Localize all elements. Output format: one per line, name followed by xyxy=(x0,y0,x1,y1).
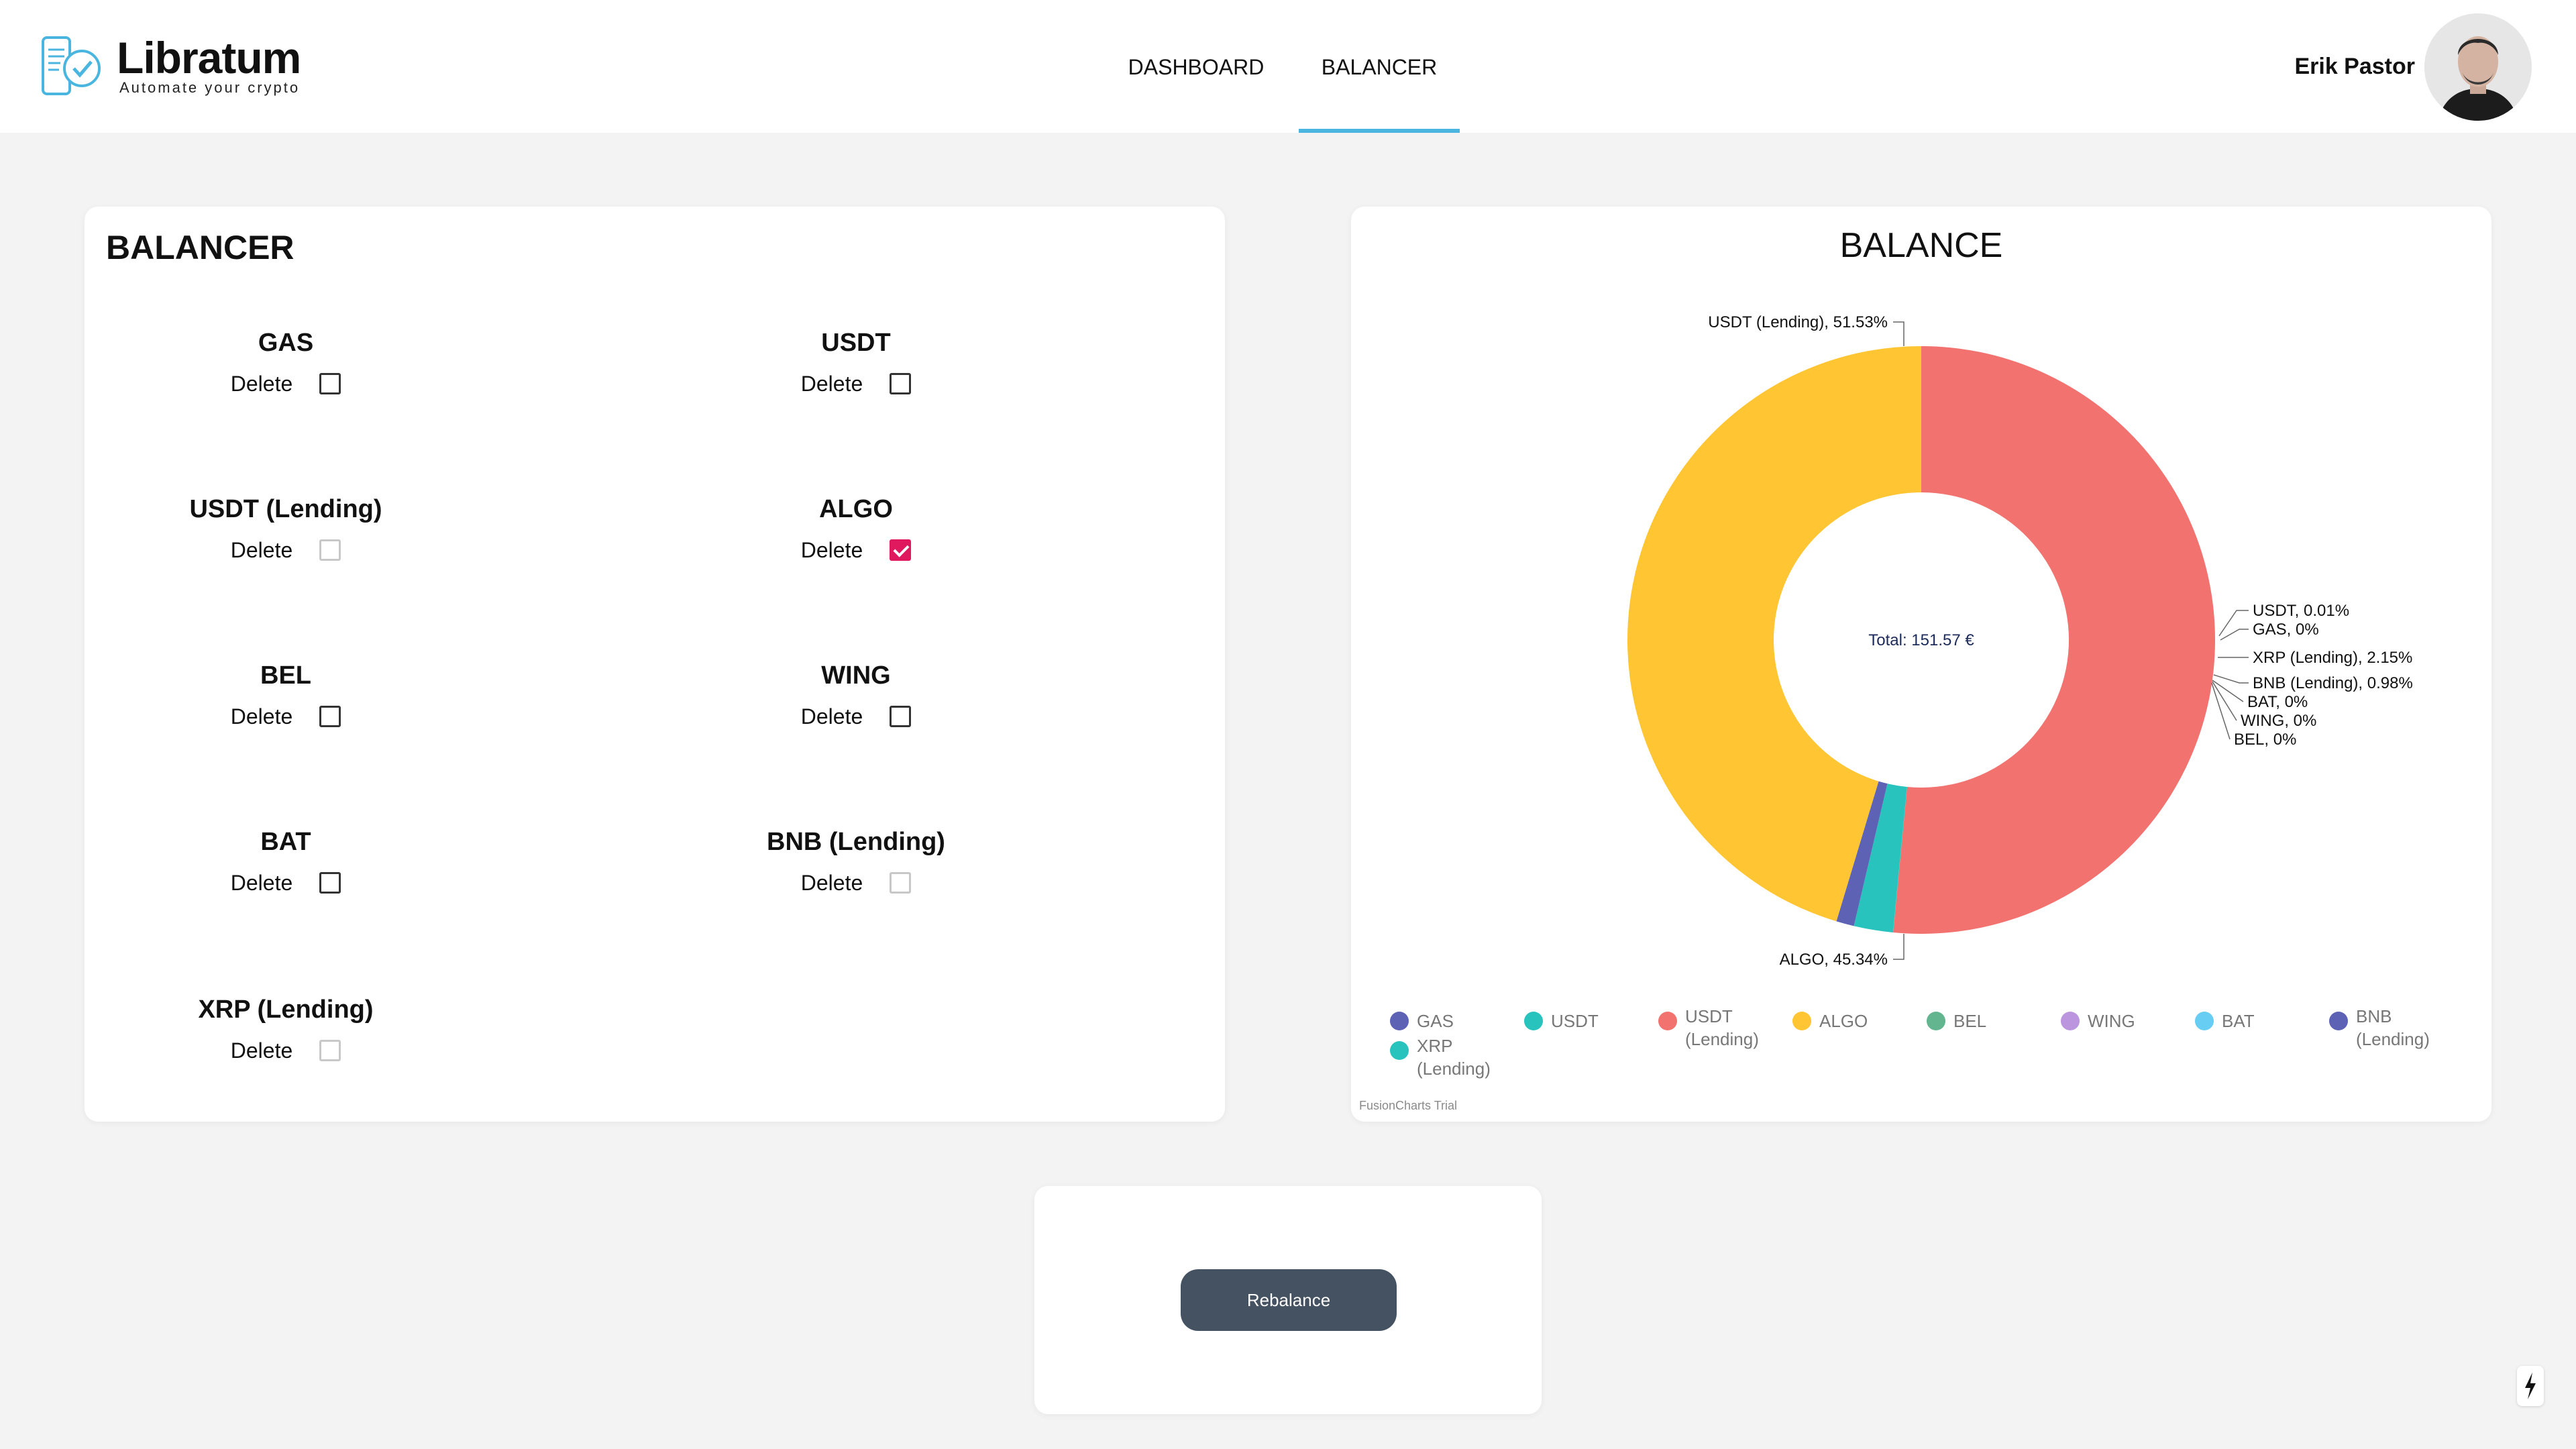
legend-item[interactable]: USDT xyxy=(1524,1011,1599,1031)
delete-checkbox-wing[interactable] xyxy=(890,706,912,727)
data-label-leader xyxy=(2213,674,2249,684)
asset-name: USDT xyxy=(821,329,891,357)
data-label: ALGO, 45.34% xyxy=(1780,951,1888,969)
delete-checkbox-usdt[interactable] xyxy=(890,373,912,394)
data-label: BAT, 0% xyxy=(2247,693,2308,711)
donut-chart: Total: 151.57 € USDT (Lending), 51.53% ALG… xyxy=(1390,313,2430,1079)
active-tab-indicator xyxy=(1299,129,1460,133)
legend-label: WING xyxy=(2088,1011,2135,1031)
delete-label: Delete xyxy=(230,704,293,729)
legend-swatch xyxy=(1658,1012,1677,1030)
nav-tab-balancer[interactable]: BALANCER xyxy=(1299,55,1460,80)
delete-checkbox-bnb-lending[interactable] xyxy=(890,872,912,894)
rebalance-button[interactable]: Rebalance xyxy=(1181,1269,1397,1331)
logo-icon xyxy=(42,36,101,95)
legend-label: BEL xyxy=(1953,1011,1986,1031)
legend-item[interactable]: BNB (Lending) xyxy=(2329,1006,2430,1049)
data-label-leader xyxy=(2220,629,2249,641)
data-label: BNB (Lending), 0.98% xyxy=(2253,674,2413,692)
data-label-leader xyxy=(2211,682,2231,740)
legend-label: ALGO xyxy=(1819,1011,1868,1031)
chart-watermark: FusionCharts Trial xyxy=(1359,1099,1458,1112)
delete-label: Delete xyxy=(800,704,863,729)
legend-item[interactable]: USDT (Lending) xyxy=(1658,1006,1759,1049)
legend-swatch xyxy=(2329,1012,2348,1030)
legend-label: USDT (Lending) xyxy=(1685,1006,1759,1049)
legend-label: GAS xyxy=(1417,1011,1454,1031)
legend-swatch xyxy=(2195,1012,2214,1030)
delete-checkbox-algo[interactable] xyxy=(890,539,912,561)
avatar[interactable] xyxy=(2424,13,2532,121)
app-tagline: Automate your crypto xyxy=(119,79,301,96)
asset-name: WING xyxy=(821,661,891,690)
asset-name: BNB (Lending) xyxy=(767,828,945,856)
legend-item[interactable]: GAS xyxy=(1390,1011,1454,1031)
user-name[interactable]: Erik Pastor xyxy=(2294,54,2415,80)
asset-name: GAS xyxy=(258,329,314,357)
data-label: USDT, 0.01% xyxy=(2253,602,2349,620)
asset-gas: GAS Delete xyxy=(85,326,487,398)
asset-bnb-lending: BNB (Lending) Delete xyxy=(655,825,1057,898)
data-label: BEL, 0% xyxy=(2234,731,2296,749)
delete-label: Delete xyxy=(230,870,293,895)
top-header: Libratum Automate your crypto DASHBOARD … xyxy=(0,0,2576,133)
asset-algo: ALGO Delete xyxy=(655,492,1057,565)
legend-label: BAT xyxy=(2222,1011,2255,1031)
asset-usdt-lending: USDT (Lending) Delete xyxy=(85,492,487,565)
delete-label: Delete xyxy=(230,371,293,396)
asset-name: USDT (Lending) xyxy=(189,495,382,523)
asset-name: XRP (Lending) xyxy=(198,996,374,1024)
legend-item[interactable]: BEL xyxy=(1927,1011,1986,1031)
data-label-leader xyxy=(2212,681,2237,721)
delete-label: Delete xyxy=(230,1038,293,1063)
legend-item[interactable]: XRP (Lending) xyxy=(1390,1036,1491,1079)
delete-checkbox-gas[interactable] xyxy=(319,373,341,394)
legend-swatch xyxy=(1390,1041,1409,1060)
app-name[interactable]: Libratum xyxy=(117,32,301,83)
legend-label: USDT xyxy=(1551,1011,1599,1031)
asset-name: BAT xyxy=(260,828,311,856)
legend-swatch xyxy=(1792,1012,1811,1030)
delete-checkbox-xrp-lending[interactable] xyxy=(319,1040,341,1061)
delete-checkbox-bel[interactable] xyxy=(319,706,341,727)
data-label: GAS, 0% xyxy=(2253,621,2319,639)
delete-label: Delete xyxy=(230,537,293,562)
asset-name: BEL xyxy=(260,661,311,690)
delete-label: Delete xyxy=(800,870,863,895)
asset-bat: BAT Delete xyxy=(85,825,487,898)
legend-item[interactable]: BAT xyxy=(2195,1011,2255,1031)
legend-item[interactable]: ALGO xyxy=(1792,1011,1868,1031)
asset-name: ALGO xyxy=(819,495,893,523)
legend-swatch xyxy=(1524,1012,1543,1030)
legend-swatch xyxy=(2061,1012,2080,1030)
chart-center-total: Total: 151.57 € xyxy=(1868,631,1974,649)
delete-checkbox-usdt-lending[interactable] xyxy=(319,539,341,561)
data-label: XRP (Lending), 2.15% xyxy=(2253,649,2412,667)
data-label: USDT (Lending), 51.53% xyxy=(1708,313,1888,331)
legend-swatch xyxy=(1927,1012,1945,1030)
asset-xrp-lending: XRP (Lending) Delete xyxy=(85,993,487,1065)
rebalance-card: Rebalance xyxy=(1034,1186,1542,1414)
asset-usdt: USDT Delete xyxy=(655,326,1057,398)
legend-swatch xyxy=(1390,1012,1409,1030)
balancer-card: BALANCER GAS Delete USDT Delete USDT (Le… xyxy=(85,207,1225,1122)
balance-chart-card: BALANCE Total: 151.57 € USDT (Lending), 5… xyxy=(1351,207,2491,1122)
lightning-icon[interactable] xyxy=(2517,1366,2544,1406)
data-label-leader xyxy=(1893,321,1904,346)
delete-checkbox-bat[interactable] xyxy=(319,872,341,894)
balancer-title: BALANCER xyxy=(106,229,294,266)
delete-label: Delete xyxy=(800,371,863,396)
legend-label: BNB (Lending) xyxy=(2356,1006,2430,1049)
asset-wing: WING Delete xyxy=(655,659,1057,731)
legend-item[interactable]: WING xyxy=(2061,1011,2135,1031)
nav-tab-dashboard[interactable]: DASHBOARD xyxy=(1114,55,1279,80)
asset-bel: BEL Delete xyxy=(85,659,487,731)
data-label: WING, 0% xyxy=(2241,712,2316,730)
legend-label: XRP (Lending) xyxy=(1417,1036,1491,1079)
delete-label: Delete xyxy=(800,537,863,562)
data-label-leader xyxy=(1893,934,1904,960)
